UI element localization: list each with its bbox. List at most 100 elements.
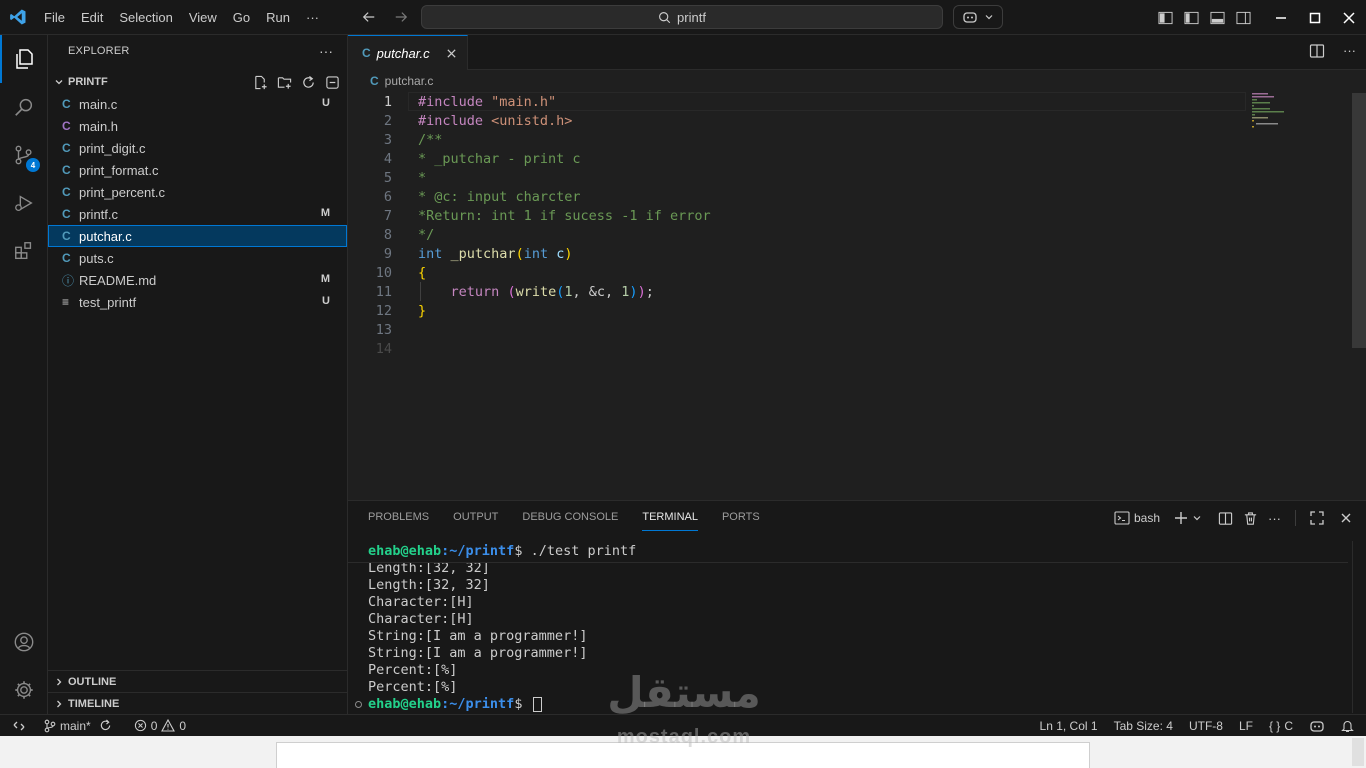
sidebar-more-button[interactable]: ··· <box>319 43 333 59</box>
line-number: 2 <box>383 112 392 129</box>
problems-summary[interactable]: 0 0 <box>128 719 192 733</box>
outline-section[interactable]: OUTLINE <box>48 670 347 692</box>
sync-icon[interactable] <box>99 719 112 732</box>
account-icon[interactable] <box>0 618 48 666</box>
breadcrumb[interactable]: C putchar.c <box>348 71 1366 91</box>
collapse-all-icon[interactable] <box>323 73 341 91</box>
file-item-print-format-c[interactable]: C print_format.c <box>48 159 347 181</box>
c-file-icon: C <box>62 97 71 111</box>
menu-view[interactable]: View <box>181 0 225 35</box>
split-terminal-icon[interactable] <box>1218 511 1233 526</box>
file-item-readme-md[interactable]: ⓘ README.md M <box>48 269 347 291</box>
code-line: 7 *Return: int 1 if sucess -1 if error <box>348 206 1348 225</box>
terminal-line: Character:[H] <box>368 611 474 627</box>
terminal-output[interactable]: ehab@ehab:~/printf$ ./test printf Length… <box>355 543 1348 713</box>
minimize-icon[interactable] <box>1264 0 1298 35</box>
folder-header[interactable]: PRINTF <box>48 71 347 93</box>
timeline-section[interactable]: TIMELINE <box>48 692 347 714</box>
copilot-button[interactable] <box>953 5 1003 29</box>
activity-bar: 4 <box>0 35 48 714</box>
tab-output[interactable]: OUTPUT <box>453 511 498 531</box>
file-item-print-digit-c[interactable]: C print_digit.c <box>48 137 347 159</box>
terminal-prompt-line: ehab@ehab:~/printf$ ./test printf <box>368 543 637 559</box>
file-item-printf-c[interactable]: C printf.c M <box>48 203 347 225</box>
menu-run[interactable]: Run <box>258 0 298 35</box>
line-number: 10 <box>375 264 392 281</box>
git-status: U <box>322 97 330 109</box>
copilot-status-icon[interactable] <box>1301 719 1333 733</box>
menu-selection[interactable]: Selection <box>111 0 180 35</box>
code-line: 6 * @c: input charcter <box>348 187 1348 206</box>
maximize-panel-icon[interactable] <box>1310 511 1324 525</box>
cursor-position[interactable]: Ln 1, Col 1 <box>1032 719 1106 733</box>
code-editor[interactable]: 1 #include "main.h" 2 #include <unistd.h… <box>348 91 1366 500</box>
terminal-scrollbar[interactable] <box>1352 541 1362 713</box>
toggle-panel-icon[interactable] <box>1204 0 1230 35</box>
extensions-icon[interactable] <box>0 227 48 275</box>
terminal-line: Length:[32, 32] <box>368 577 490 593</box>
settings-gear-icon[interactable] <box>0 666 48 714</box>
chevron-right-icon <box>48 677 68 687</box>
line-ending[interactable]: LF <box>1231 719 1261 733</box>
warning-count: 0 <box>179 718 187 733</box>
close-panel-icon[interactable] <box>1340 512 1352 524</box>
file-item-print-percent-c[interactable]: C print_percent.c <box>48 181 347 203</box>
tab-problems[interactable]: PROBLEMS <box>368 511 429 531</box>
text-file-icon: ≡ <box>62 295 70 309</box>
git-branch[interactable]: main* <box>38 719 118 733</box>
trash-icon[interactable] <box>1243 511 1258 526</box>
refresh-icon[interactable] <box>299 73 317 91</box>
new-folder-icon[interactable] <box>275 73 293 91</box>
menu-go[interactable]: Go <box>225 0 258 35</box>
close-window-icon[interactable] <box>1332 0 1366 35</box>
breadcrumb-file[interactable]: putchar.c <box>385 74 434 88</box>
tab-ports[interactable]: PORTS <box>722 511 760 531</box>
file-item-main-h[interactable]: C main.h <box>48 115 347 137</box>
run-debug-icon[interactable] <box>0 179 48 227</box>
tab-terminal[interactable]: TERMINAL <box>642 511 698 531</box>
back-arrow-icon[interactable] <box>357 5 381 29</box>
toggle-sidebar-icon[interactable] <box>1178 0 1204 35</box>
encoding[interactable]: UTF-8 <box>1181 719 1231 733</box>
tab-putchar-c[interactable]: C putchar.c <box>348 35 468 70</box>
file-item-putchar-c[interactable]: C putchar.c <box>48 225 347 247</box>
line-number: 6 <box>383 188 392 205</box>
line-number: 5 <box>383 169 392 186</box>
sidebar-title: EXPLORER <box>68 45 130 57</box>
git-status: M <box>320 273 330 285</box>
source-control-icon[interactable]: 4 <box>0 131 48 179</box>
chevron-down-icon[interactable] <box>1192 513 1202 523</box>
shell-name[interactable]: bash <box>1134 511 1160 525</box>
tab-size[interactable]: Tab Size: 4 <box>1106 719 1181 733</box>
explorer-icon[interactable] <box>0 35 48 83</box>
terminal-line: Percent:[%] <box>368 679 458 695</box>
menu-edit[interactable]: Edit <box>73 0 111 35</box>
forward-arrow-icon[interactable] <box>389 5 413 29</box>
info-icon: ⓘ <box>62 273 75 288</box>
remote-icon[interactable] <box>0 719 38 733</box>
close-icon[interactable] <box>446 48 457 59</box>
more-actions-icon[interactable]: ··· <box>1343 43 1356 59</box>
tab-debug-console[interactable]: DEBUG CONSOLE <box>522 511 618 531</box>
code-line: 14 <box>348 339 1348 358</box>
more-actions-icon[interactable]: ··· <box>1268 511 1281 526</box>
customize-layout-icon[interactable] <box>1152 0 1178 35</box>
search-icon[interactable] <box>0 83 48 131</box>
menu-file[interactable]: File <box>36 0 73 35</box>
file-item-puts-c[interactable]: C puts.c <box>48 247 347 269</box>
search-input[interactable]: printf <box>421 5 943 29</box>
new-file-icon[interactable] <box>251 73 269 91</box>
file-item-test-printf[interactable]: ≡ test_printf U <box>48 291 347 313</box>
file-item-main-c[interactable]: C main.c U <box>48 93 347 115</box>
bell-icon[interactable] <box>1333 719 1366 733</box>
code-line: 8 */ <box>348 225 1348 244</box>
language-mode[interactable]: { } C <box>1261 719 1301 733</box>
maximize-icon[interactable] <box>1298 0 1332 35</box>
new-terminal-icon[interactable] <box>1174 511 1188 525</box>
minimap[interactable] <box>1252 91 1352 151</box>
terminal-line: String:[I am a programmer!] <box>368 628 588 644</box>
split-editor-icon[interactable] <box>1309 43 1325 59</box>
toggle-secondary-sidebar-icon[interactable] <box>1230 0 1256 35</box>
editor-scrollbar[interactable] <box>1352 93 1366 348</box>
menu-more[interactable]: ··· <box>298 0 327 35</box>
